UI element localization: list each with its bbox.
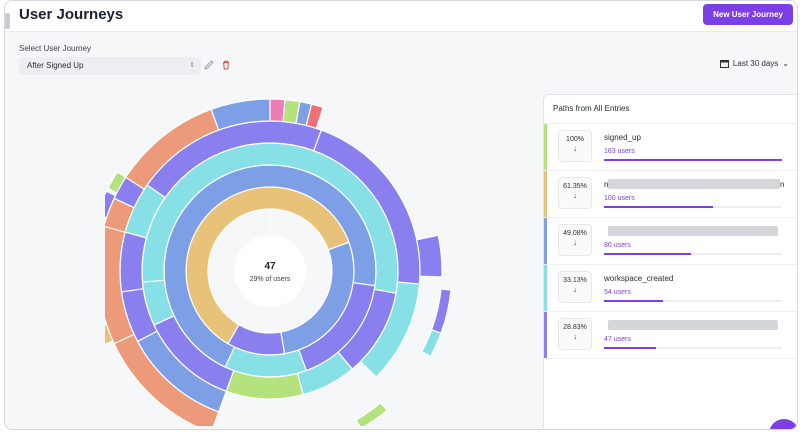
progress-track [604,300,782,302]
percentage-box: 61.35% ↓ [558,177,592,209]
path-step-suffix: n [780,180,785,189]
paths-panel-title: Paths from All Entries [553,104,630,113]
app-frame: User Journeys New User Journey Select Us… [4,0,798,430]
row-accent [544,124,547,170]
progress-fill [604,253,692,255]
progress-fill [604,300,663,302]
sunburst-center-caption: 29% of users [250,276,291,283]
edit-icon[interactable] [203,59,215,71]
progress-fill [604,206,713,208]
paths-panel: Paths from All Entries 100% ↓ signed_up … [543,94,797,429]
users-count: 163 users [604,148,635,155]
percentage-box: 49.08% ↓ [558,224,592,256]
path-row[interactable]: 61.35% ↓ n n 100 users [544,171,797,218]
redacted-step-name [608,179,780,189]
progress-track [604,347,782,349]
journey-sunburst-chart: 47 29% of users [105,98,452,426]
sunburst-segment[interactable] [430,288,452,335]
select-journey-label: Select User Journey [19,44,92,53]
path-row[interactable]: 33.13% ↓ workspace_created 54 users [544,265,797,312]
page-title: User Journeys [19,6,124,23]
users-count: 47 users [604,336,631,343]
calendar-icon [719,60,729,68]
journey-select[interactable]: After Signed Up ⇕ [19,57,201,75]
percentage-value: 28.83% [563,324,587,331]
percentage-box: 33.13% ↓ [558,271,592,303]
percentage-box: 28.83% ↓ [558,318,592,350]
progress-track [604,206,782,208]
sunburst-segment[interactable] [416,234,443,278]
arrow-down-icon: ↓ [573,144,577,153]
row-accent [544,218,547,264]
percentage-value: 33.13% [563,277,587,284]
arrow-down-icon: ↓ [573,191,577,200]
users-count: 100 users [604,195,635,202]
path-row[interactable]: 28.83% ↓ 47 users [544,312,797,359]
row-accent [544,171,547,217]
percentage-value: 61.35% [563,183,587,190]
redacted-step-name [608,320,778,330]
chevron-down-icon: ⌄ [782,59,789,68]
sidebar-toggle-handle[interactable] [5,13,10,29]
row-accent [544,265,547,311]
sunburst-segment[interactable] [269,98,286,123]
progress-fill [604,159,782,161]
arrow-down-icon: ↓ [573,332,577,341]
sunburst-segment[interactable] [355,401,388,426]
path-row[interactable]: 49.08% ↓ 80 users [544,218,797,265]
arrow-down-icon: ↓ [573,238,577,247]
sunburst-segment[interactable] [421,329,442,358]
trash-icon[interactable] [220,59,232,71]
percentage-value: 49.08% [563,230,587,237]
redacted-step-name [608,226,778,236]
progress-fill [604,347,656,349]
users-count: 54 users [604,289,631,296]
sunburst-center-value: 47 [264,261,276,272]
path-step-name: signed_up [604,133,641,142]
date-range-label: Last 30 days [732,59,779,68]
new-user-journey-button[interactable]: New User Journey [703,4,793,25]
path-step-name: workspace_created [604,274,674,283]
percentage-value: 100% [566,136,584,143]
progress-track [604,159,782,161]
percentage-box: 100% ↓ [558,130,592,162]
top-bar: User Journeys New User Journey [5,1,797,32]
users-count: 80 users [604,242,631,249]
arrow-down-icon: ↓ [573,285,577,294]
date-range-picker[interactable]: Last 30 days ⌄ [719,59,789,68]
path-row[interactable]: 100% ↓ signed_up 163 users [544,124,797,171]
progress-track [604,253,782,255]
journey-select-value: After Signed Up [27,61,84,70]
row-accent [544,312,547,358]
select-arrows-icon: ⇕ [189,62,195,69]
